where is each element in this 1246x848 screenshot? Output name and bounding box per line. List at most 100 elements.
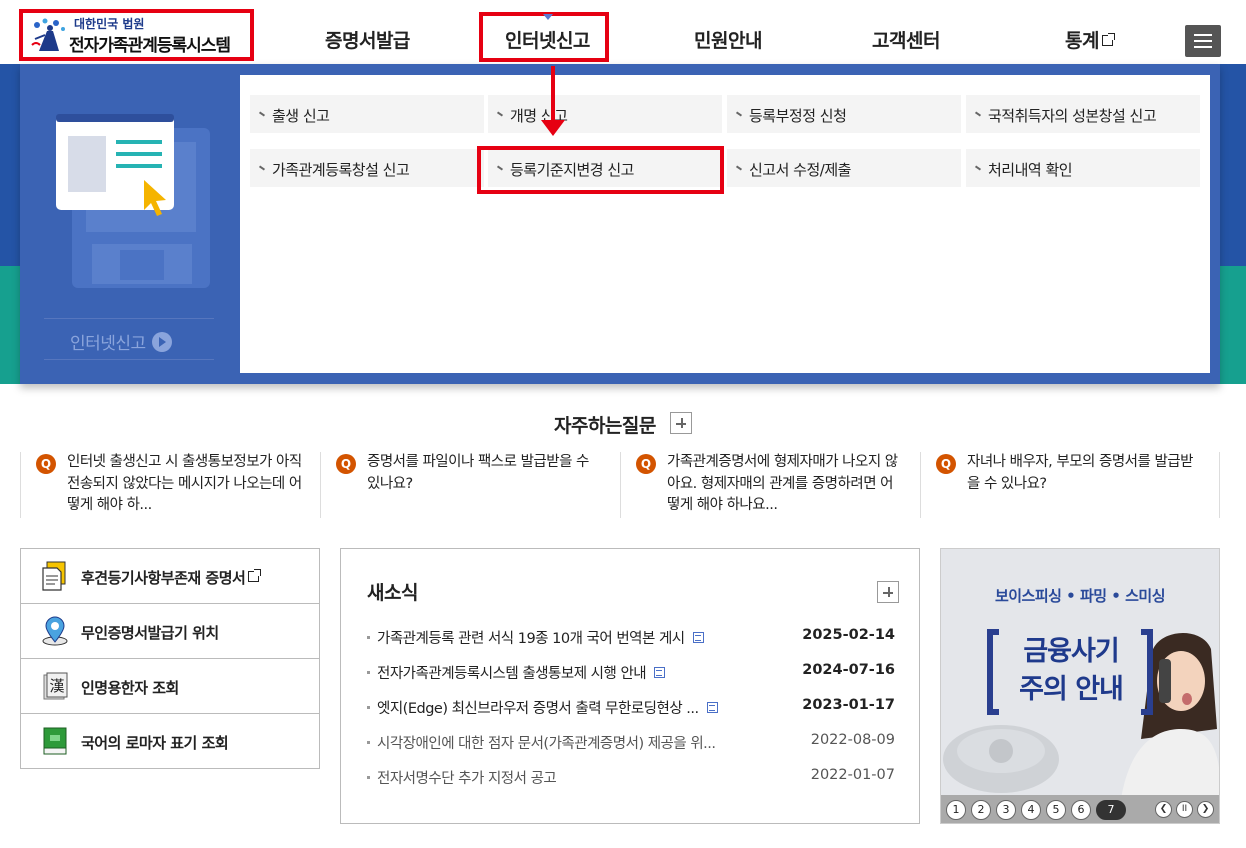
quick-links: 후견등기사항부존재 증명서 무인증명서발급기 위치 漢 인명용한자 조회 국어의… (20, 548, 320, 769)
logo-subtitle: 대한민국 법원 (74, 17, 145, 31)
question-badge-icon: Q (36, 454, 56, 474)
pause-icon: II (1181, 804, 1188, 814)
news-item-date: 2025-02-14 (802, 627, 895, 643)
nav-certificate[interactable]: 증명서발급 (325, 26, 410, 53)
active-caret-icon (543, 14, 553, 20)
news-item-date: 2023-01-17 (802, 697, 895, 713)
external-link-icon (1101, 33, 1115, 46)
annotation-arrow (551, 66, 555, 122)
faq-header: 자주하는질문 (0, 411, 1246, 438)
news-item-title: 전자서명수단 추가 지정서 공고 (377, 771, 557, 787)
location-pin-icon (42, 616, 68, 646)
banner-headline-line2: 주의 안내 (1019, 674, 1124, 705)
pause-slide-button[interactable]: II (1176, 801, 1193, 818)
quick-link-kiosk-location[interactable]: 무인증명서발급기 위치 (21, 604, 319, 659)
pager-dot[interactable]: 4 (1021, 800, 1041, 820)
bullet-icon (367, 741, 370, 744)
quick-link-romanization[interactable]: 국어의 로마자 표기 조회 (21, 714, 319, 769)
news-item[interactable]: 시각장애인에 대한 점자 문서(가족관계증명서) 제공을 위... 2022-0… (367, 732, 897, 754)
pager-dot[interactable]: 3 (996, 800, 1016, 820)
svg-text:漢: 漢 (49, 677, 64, 695)
logo-title: 전자가족관계등록시스템 (69, 36, 231, 56)
nav-statistics-label: 통계 (1065, 30, 1099, 52)
fraud-warning-banner[interactable]: 보이스피싱 • 파밍 • 스미싱 금융사기 주의 안내 1 2 3 4 5 6 … (940, 548, 1220, 824)
faq-item[interactable]: Q 인터넷 출생신고 시 출생통보정보가 아직 전송되지 않았다는 메시지가 나… (20, 452, 320, 518)
news-item[interactable]: 전자가족관계등록시스템 출생통보제 시행 안내 2024-07-16 (367, 662, 897, 684)
chevron-right-icon: ❯ (1201, 804, 1210, 814)
banner-pager: 1 2 3 4 5 6 7 ❮ II ❯ (941, 795, 1219, 823)
mega-menu-section-link[interactable]: 인터넷신고 (44, 318, 214, 360)
pager-dot[interactable]: 5 (1046, 800, 1066, 820)
faq-more-button[interactable] (670, 412, 692, 434)
next-slide-button[interactable]: ❯ (1197, 801, 1214, 818)
banner-subtitle: 보이스피싱 • 파밍 • 스미싱 (994, 587, 1166, 605)
pager-dot-current[interactable]: 7 (1096, 800, 1126, 820)
prev-slide-button[interactable]: ❮ (1155, 801, 1172, 818)
mega-menu-illustration: 인터넷신고 (20, 64, 240, 384)
site-header: 대한민국 법원 전자가족관계등록시스템 증명서발급 인터넷신고 민원안내 고객센… (0, 0, 1246, 64)
quick-link-label: 무인증명서발급기 위치 (81, 624, 219, 642)
submenu-birth-report[interactable]: 출생 신고 (250, 95, 484, 133)
news-item-title: 전자가족관계등록시스템 출생통보제 시행 안내 (377, 662, 666, 683)
submenu-edit-submit[interactable]: 신고서 수정/제출 (727, 149, 961, 187)
hamburger-menu-button[interactable] (1185, 25, 1221, 57)
bullet-icon (367, 671, 370, 674)
faq-item-text: 자녀나 배우자, 부모의 증명서를 발급받을 수 있나요? (967, 454, 1193, 492)
faq-item-text: 인터넷 출생신고 시 출생통보정보가 아직 전송되지 않았다는 메시지가 나오는… (67, 454, 302, 513)
mega-menu-section-label: 인터넷신고 (70, 334, 146, 354)
question-badge-icon: Q (636, 454, 656, 474)
hamburger-line (1194, 46, 1212, 48)
pager-dot[interactable]: 1 (946, 800, 966, 820)
quick-link-label: 후견등기사항부존재 증명서 (81, 567, 262, 588)
submenu-name-change[interactable]: 개명 신고 (488, 95, 722, 133)
faq-item[interactable]: Q 자녀나 배우자, 부모의 증명서를 발급받을 수 있나요? (920, 452, 1220, 518)
nav-customer-center[interactable]: 고객센터 (872, 26, 940, 53)
submenu-process-history[interactable]: 처리내역 확인 (966, 149, 1200, 187)
hamburger-line (1194, 34, 1212, 36)
pager-dot[interactable]: 6 (1071, 800, 1091, 820)
news-item-text: 엣지(Edge) 최신브라우저 증명서 출력 무한로딩현상 ... (377, 701, 699, 717)
news-more-button[interactable] (877, 581, 899, 603)
laptop-illustration-icon (56, 114, 210, 288)
hanja-book-icon: 漢 (43, 672, 68, 700)
news-item-text: 가족관계등록 관련 서식 19종 10개 국어 번역본 게시 (377, 631, 685, 647)
chevron-left-icon: ❮ (1159, 804, 1168, 814)
mega-menu: 인터넷신고 출생 신고 개명 신고 등록부정정 신청 국적취득자의 성본창설 신… (20, 64, 1220, 384)
mega-menu-panel: 출생 신고 개명 신고 등록부정정 신청 국적취득자의 성본창설 신고 가족관계… (240, 75, 1210, 373)
green-book-icon (43, 727, 67, 755)
nav-statistics[interactable]: 통계 (1065, 26, 1115, 53)
hamburger-line (1194, 40, 1212, 42)
quick-link-label: 인명용한자 조회 (81, 679, 179, 697)
news-item-date: 2022-08-09 (810, 732, 895, 748)
new-post-icon (692, 632, 704, 643)
news-title: 새소식 (367, 582, 418, 604)
news-item-text: 전자가족관계등록시스템 출생통보제 시행 안내 (377, 666, 647, 682)
question-badge-icon: Q (336, 454, 356, 474)
news-item[interactable]: 엣지(Edge) 최신브라우저 증명서 출력 무한로딩현상 ... 2023-0… (367, 697, 897, 719)
quick-link-guardianship-certificate[interactable]: 후견등기사항부존재 증명서 (21, 549, 319, 604)
news-item-date: 2024-07-16 (802, 662, 895, 678)
news-item-title: 시각장애인에 대한 점자 문서(가족관계증명서) 제공을 위... (377, 736, 716, 752)
bullet-icon (367, 706, 370, 709)
site-logo[interactable]: 대한민국 법원 전자가족관계등록시스템 (19, 9, 254, 61)
bullet-icon (367, 636, 370, 639)
external-link-icon (248, 569, 262, 582)
faq-item[interactable]: Q 증명서를 파일이나 팩스로 발급받을 수 있나요? (320, 452, 620, 518)
news-item[interactable]: 전자서명수단 추가 지정서 공고 2022-01-07 (367, 767, 897, 789)
news-item[interactable]: 가족관계등록 관련 서식 19종 10개 국어 번역본 게시 2025-02-1… (367, 627, 897, 649)
nav-civil-guide[interactable]: 민원안내 (694, 26, 762, 53)
faq-item-text: 가족관계증명서에 형제자매가 나오지 않아요. 형제자매의 관계를 증명하려면 … (667, 454, 898, 513)
go-arrow-icon (151, 332, 172, 352)
submenu-registration-creation[interactable]: 가족관계등록창설 신고 (250, 149, 484, 187)
document-icon (42, 561, 66, 591)
new-post-icon (654, 667, 666, 678)
faq-item[interactable]: Q 가족관계증명서에 형제자매가 나오지 않아요. 형제자매의 관계를 증명하려… (620, 452, 920, 518)
news-item-title: 가족관계등록 관련 서식 19종 10개 국어 번역본 게시 (377, 627, 704, 648)
question-badge-icon: Q (936, 454, 956, 474)
quick-link-hanja-lookup[interactable]: 漢 인명용한자 조회 (21, 659, 319, 714)
submenu-register-correction[interactable]: 등록부정정 신청 (727, 95, 961, 133)
submenu-surname-creation[interactable]: 국적취득자의 성본창설 신고 (966, 95, 1200, 133)
pager-dot[interactable]: 2 (971, 800, 991, 820)
new-post-icon (706, 702, 718, 713)
submenu-highlight-box (477, 146, 724, 194)
